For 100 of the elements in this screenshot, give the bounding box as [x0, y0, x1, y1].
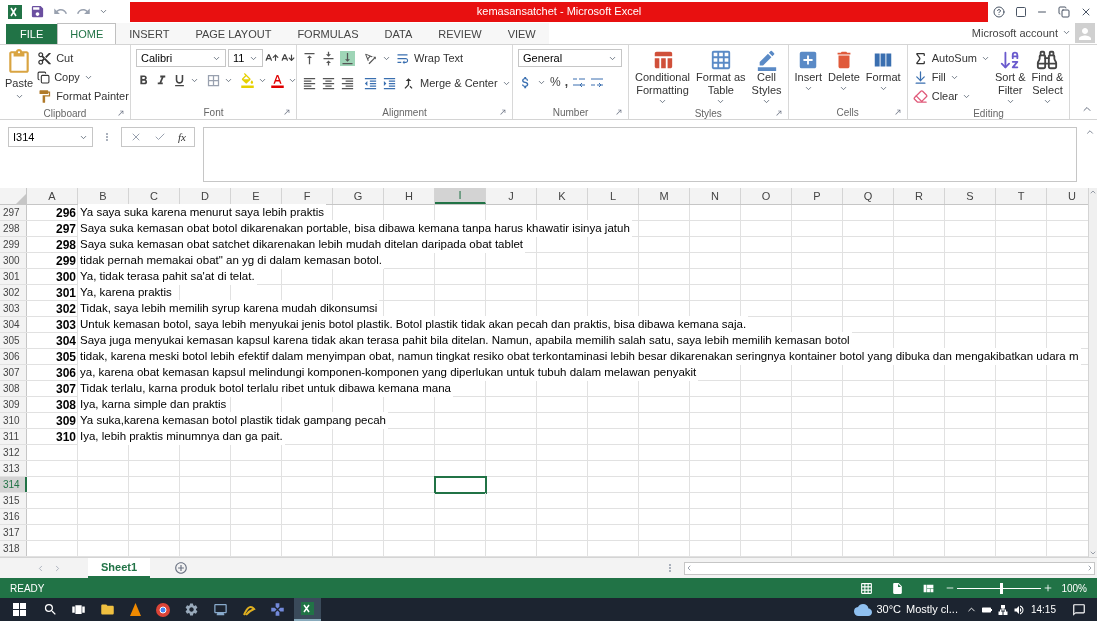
- font-name-field[interactable]: Calibri: [136, 49, 226, 67]
- orientation-icon[interactable]: [363, 51, 378, 66]
- column-header[interactable]: G: [333, 188, 384, 204]
- row-header[interactable]: 297: [0, 205, 27, 220]
- zoom-slider-thumb[interactable]: [1000, 582, 1004, 594]
- ribbon-button[interactable]: Clear: [912, 87, 990, 106]
- row-header[interactable]: 317: [0, 525, 27, 540]
- clock-text[interactable]: 14:15: [1030, 602, 1056, 617]
- ribbon-tab[interactable]: INSERT: [116, 23, 183, 44]
- network-icon[interactable]: [996, 603, 1009, 616]
- ribbon-tab[interactable]: HOME: [57, 23, 117, 44]
- normal-view-icon[interactable]: [860, 581, 874, 595]
- borders-icon[interactable]: [206, 73, 221, 88]
- selected-cell[interactable]: [434, 476, 487, 494]
- ribbon-large-button[interactable]: Insert: [793, 49, 824, 93]
- dialog-launcher-icon[interactable]: [499, 108, 507, 116]
- dialog-launcher-icon[interactable]: [283, 108, 291, 116]
- temperature-text[interactable]: 30°C: [876, 601, 901, 618]
- row-header[interactable]: 311: [0, 429, 27, 444]
- task-view-icon[interactable]: [71, 602, 86, 617]
- account-button[interactable]: Microsoft account: [971, 24, 1071, 41]
- percent-style-button[interactable]: %: [550, 73, 561, 91]
- search-icon[interactable]: [43, 602, 58, 617]
- name-box[interactable]: I314: [8, 127, 93, 147]
- ribbon-tab[interactable]: REVIEW: [425, 23, 495, 44]
- column-header[interactable]: K: [537, 188, 588, 204]
- ribbon-button[interactable]: Merge & Center: [401, 74, 511, 93]
- column-header[interactable]: I: [435, 188, 486, 204]
- column-header[interactable]: P: [792, 188, 843, 204]
- scroll-right-icon[interactable]: [1086, 564, 1094, 572]
- add-sheet-icon[interactable]: [174, 561, 188, 575]
- column-header[interactable]: R: [894, 188, 945, 204]
- ribbon-large-button[interactable]: Format: [864, 49, 902, 93]
- notification-icon[interactable]: [1072, 602, 1086, 617]
- font-color-icon[interactable]: [270, 73, 285, 88]
- weather-text[interactable]: Mostly cl...: [906, 601, 958, 618]
- ribbon-large-button[interactable]: Conditional Formatting: [634, 49, 692, 106]
- align-bottom-icon[interactable]: [340, 51, 355, 66]
- monitor-icon[interactable]: [213, 602, 228, 617]
- horizontal-scrollbar[interactable]: [684, 561, 1095, 575]
- row-header[interactable]: 306: [0, 349, 27, 364]
- align-left-icon[interactable]: [302, 76, 317, 91]
- file-tab[interactable]: FILE: [6, 24, 58, 44]
- column-header[interactable]: Q: [843, 188, 894, 204]
- ribbon-button[interactable]: AutoSum: [912, 49, 990, 68]
- page-layout-icon[interactable]: [891, 581, 905, 595]
- align-right-icon[interactable]: [340, 76, 355, 91]
- cancel-icon[interactable]: [130, 131, 142, 143]
- font-size-field[interactable]: 11: [228, 49, 263, 67]
- fill-color-icon[interactable]: [240, 73, 255, 88]
- save-icon[interactable]: [30, 4, 45, 19]
- ribbon-large-button[interactable]: Format as Table: [695, 49, 747, 106]
- column-header[interactable]: A: [27, 188, 78, 204]
- browser-icon[interactable]: [156, 602, 170, 617]
- ribbon-tab[interactable]: DATA: [371, 23, 426, 44]
- column-header[interactable]: L: [588, 188, 639, 204]
- dialog-launcher-icon[interactable]: [615, 108, 623, 116]
- row-header[interactable]: 312: [0, 445, 27, 460]
- row-header[interactable]: 314: [0, 477, 27, 492]
- enter-icon[interactable]: [154, 131, 166, 143]
- column-header[interactable]: T: [996, 188, 1047, 204]
- dialog-launcher-icon[interactable]: [774, 109, 783, 117]
- ribbon-button[interactable]: Copy: [37, 68, 129, 87]
- traffic-cone-icon[interactable]: [129, 602, 142, 617]
- align-top-icon[interactable]: [302, 51, 317, 66]
- row-header[interactable]: 313: [0, 461, 27, 476]
- column-header[interactable]: J: [486, 188, 537, 204]
- ribbon-tab[interactable]: VIEW: [494, 23, 549, 44]
- row-header[interactable]: 298: [0, 221, 27, 236]
- ribbon-button[interactable]: Cut: [37, 49, 129, 68]
- underline-icon[interactable]: [172, 73, 187, 88]
- row-header[interactable]: 301: [0, 269, 27, 284]
- ribbon-large-button[interactable]: Cell Styles: [750, 49, 783, 106]
- row-header[interactable]: 310: [0, 413, 27, 428]
- align-center-icon[interactable]: [321, 76, 336, 91]
- row-header[interactable]: 318: [0, 541, 27, 556]
- row-header[interactable]: 309: [0, 397, 27, 412]
- paste-button[interactable]: Paste: [5, 49, 34, 101]
- insert-function-button[interactable]: fx: [178, 128, 186, 146]
- spreadsheet-app-icon[interactable]: [294, 598, 321, 621]
- row-header[interactable]: 305: [0, 333, 27, 348]
- row-header[interactable]: 299: [0, 237, 27, 252]
- increase-decimal-icon[interactable]: [572, 76, 586, 88]
- formula-input-field[interactable]: [202, 127, 1077, 182]
- scroll-left-icon[interactable]: [685, 564, 693, 572]
- row-header[interactable]: 307: [0, 365, 27, 380]
- column-header[interactable]: O: [741, 188, 792, 204]
- zoom-in-icon[interactable]: [1043, 583, 1054, 593]
- align-middle-icon[interactable]: [321, 51, 336, 66]
- comma-style-button[interactable]: ,: [564, 73, 568, 91]
- help-icon[interactable]: [992, 5, 1005, 18]
- number-format-field[interactable]: General: [518, 49, 622, 67]
- decrease-indent-icon[interactable]: [363, 76, 378, 91]
- ribbon-button[interactable]: Format Painter: [37, 87, 129, 106]
- row-header[interactable]: 308: [0, 381, 27, 396]
- ribbon-large-button[interactable]: Find & Select: [1030, 49, 1065, 106]
- row-header[interactable]: 315: [0, 493, 27, 508]
- ribbon-large-button[interactable]: Sort & Filter: [993, 49, 1027, 106]
- column-header[interactable]: N: [690, 188, 741, 204]
- ribbon-button[interactable]: Wrap Text: [395, 49, 464, 68]
